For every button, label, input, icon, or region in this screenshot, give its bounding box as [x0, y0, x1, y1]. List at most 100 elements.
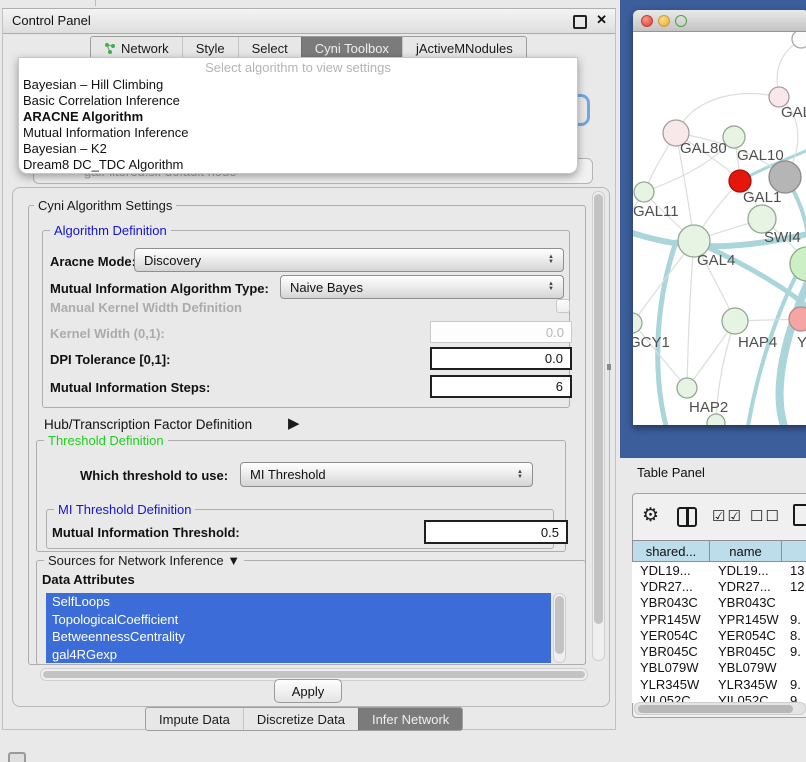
attribute-list-scrollbar[interactable]: [553, 593, 566, 663]
close-icon[interactable]: ✕: [596, 12, 607, 28]
which-threshold-label: Which threshold to use:: [80, 468, 228, 483]
tab-label: Style: [196, 41, 225, 56]
attribute-list: SelfLoopsTopologicalCoefficientBetweenne…: [46, 593, 551, 663]
settings-vertical-scrollbar[interactable]: [592, 191, 605, 661]
close-traffic-light[interactable]: [641, 15, 653, 27]
attribute-option[interactable]: BetweennessCentrality: [46, 628, 551, 646]
network-node[interactable]: [792, 32, 806, 48]
algorithm-option[interactable]: Bayesian – Hill Climbing: [19, 77, 577, 93]
mi-threshold-title: MI Threshold Definition: [54, 502, 195, 517]
table-row[interactable]: YBL079WYBL079W: [632, 660, 806, 676]
network-canvas[interactable]: GALGAL80GAL10GAL1GAL11SWI4GAL4GCY1HAP4YH…: [633, 32, 806, 425]
attribute-option[interactable]: TopologicalCoefficient: [46, 611, 551, 629]
network-node-label: GCY1: [633, 334, 670, 351]
column-header[interactable]: name: [710, 540, 782, 562]
network-node[interactable]: [790, 247, 806, 281]
network-node[interactable]: [789, 307, 806, 331]
mi-threshold-input[interactable]: 0.5: [424, 520, 568, 544]
network-window-titlebar: [633, 10, 806, 32]
network-node-label: GAL11: [633, 203, 679, 220]
tab-label: Cyni Toolbox: [315, 41, 389, 56]
columns-icon[interactable]: [677, 507, 697, 527]
algorithm-option[interactable]: Basic Correlation Inference: [19, 93, 577, 109]
table-cell: YDL19...: [632, 563, 710, 578]
table-cell: 9.: [782, 644, 806, 659]
algorithm-definition-title: Algorithm Definition: [50, 223, 171, 238]
tab-infer-network[interactable]: Infer Network: [358, 708, 462, 730]
attribute-option[interactable]: SelfLoops: [46, 593, 551, 611]
network-node-label: GAL80: [680, 140, 727, 157]
apply-button[interactable]: Apply: [274, 679, 342, 703]
network-node[interactable]: [677, 378, 697, 398]
export-table-icon[interactable]: [793, 504, 806, 526]
algorithm-option[interactable]: Bayesian – K2: [19, 141, 577, 157]
table-cell: YBR043C: [710, 595, 782, 610]
network-node-label: GAL10: [737, 147, 784, 164]
table-cell: 8.: [782, 628, 806, 643]
splitter-cursor-mark: [607, 364, 611, 370]
minimize-traffic-light[interactable]: [658, 15, 670, 27]
table-row[interactable]: YBR045CYBR045C9.: [632, 643, 806, 659]
table-row[interactable]: YDL19...YDL19...13: [632, 562, 806, 578]
deselect-all-columns-icon[interactable]: ☐☐: [750, 507, 781, 525]
table-cell: 12: [782, 579, 806, 594]
algorithm-option[interactable]: ARACNE Algorithm: [19, 109, 577, 125]
network-node[interactable]: [722, 308, 748, 334]
minimized-panel-icon[interactable]: [8, 752, 26, 762]
table-cell: YER054C: [710, 628, 782, 643]
table-panel-title: Table Panel: [637, 465, 705, 480]
select-all-columns-icon[interactable]: ☑☑: [712, 507, 743, 525]
dpi-tolerance-input[interactable]: 0.0: [430, 347, 572, 370]
which-threshold-combo[interactable]: MI Threshold ▲▼: [240, 462, 533, 487]
table-cell: YDR27...: [632, 579, 710, 594]
data-attributes-label: Data Attributes: [42, 572, 135, 587]
tab-label: Network: [121, 41, 169, 56]
zoom-traffic-light[interactable]: [675, 15, 687, 27]
gear-icon[interactable]: ⚙: [642, 504, 659, 527]
network-node[interactable]: [634, 182, 654, 202]
kernel-width-input: 0.0: [430, 321, 572, 343]
table-horizontal-scrollbar[interactable]: [634, 702, 806, 715]
table-cell: YER054C: [632, 628, 710, 643]
manual-kernel-checkbox[interactable]: [556, 299, 570, 313]
table-cell: YLR345W: [632, 677, 710, 692]
column-header[interactable]: shared...: [632, 540, 710, 562]
tab-cyni-toolbox[interactable]: Cyni Toolbox: [301, 37, 402, 59]
column-header[interactable]: [782, 540, 806, 562]
algorithm-option[interactable]: Dream8 DC_TDC Algorithm: [19, 157, 577, 173]
stepper-icon: ▲▼: [548, 255, 554, 265]
mi-type-combo[interactable]: Naive Bayes ▲▼: [280, 275, 564, 299]
table-row[interactable]: YDR27...YDR27...12: [632, 578, 806, 594]
tab-network[interactable]: Network: [91, 37, 182, 59]
kernel-width-value: 0.0: [546, 325, 564, 340]
algorithm-popup-list: Bayesian – Hill ClimbingBasic Correlatio…: [19, 77, 577, 173]
mi-steps-input[interactable]: 6: [430, 375, 572, 398]
tab-label: Impute Data: [159, 712, 230, 727]
mi-type-label: Mutual Information Algorithm Type:: [50, 281, 269, 296]
float-window-icon[interactable]: [573, 15, 587, 29]
table-row[interactable]: YER054CYER054C8.: [632, 627, 806, 643]
sources-title: Sources for Network Inference ▼: [44, 553, 244, 568]
tab-discretize-data[interactable]: Discretize Data: [243, 708, 358, 730]
network-edge: [687, 241, 694, 388]
table-row[interactable]: YLR345WYLR345W9.: [632, 676, 806, 692]
expand-arrow-icon[interactable]: ▶: [288, 414, 300, 432]
tab-jactivemnodules[interactable]: jActiveMNodules: [402, 37, 526, 59]
table-row[interactable]: YBR043CYBR043C: [632, 595, 806, 611]
tab-impute-data[interactable]: Impute Data: [146, 708, 243, 730]
algorithm-option[interactable]: Mutual Information Inference: [19, 125, 577, 141]
aracne-mode-combo[interactable]: Discovery ▲▼: [134, 248, 564, 272]
dpi-tolerance-label: DPI Tolerance [0,1]:: [50, 352, 170, 367]
mi-steps-value: 6: [556, 379, 563, 394]
table-cell: YBL079W: [710, 660, 782, 675]
stepper-icon: ▲▼: [517, 470, 523, 480]
collapse-arrow-icon[interactable]: ▼: [227, 553, 240, 568]
network-node[interactable]: [633, 313, 642, 333]
tab-label: jActiveMNodules: [416, 41, 513, 56]
tab-style[interactable]: Style: [182, 37, 238, 59]
table-row[interactable]: YPR145WYPR145W9.: [632, 611, 806, 627]
mi-type-value: Naive Bayes: [290, 280, 363, 295]
mi-threshold-value: 0.5: [541, 525, 559, 540]
tab-select[interactable]: Select: [238, 37, 301, 59]
attribute-option[interactable]: gal4RGexp: [46, 646, 551, 664]
